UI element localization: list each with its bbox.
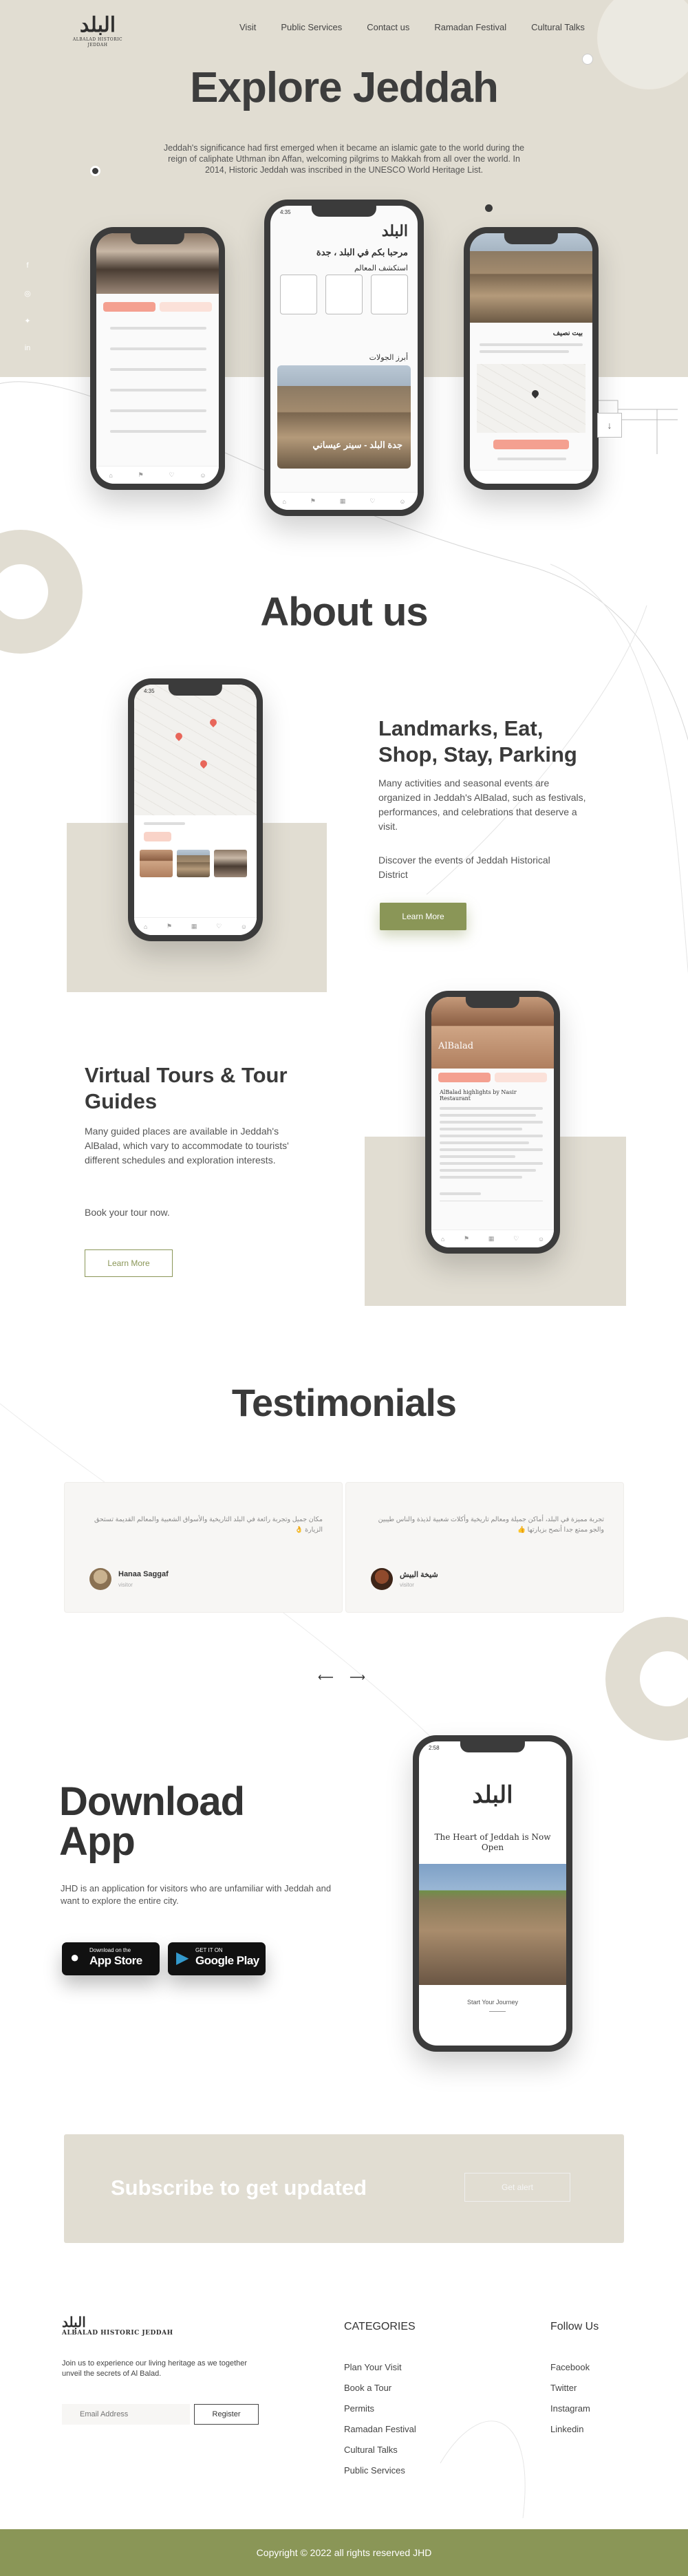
twitter-icon[interactable]: ✦: [23, 316, 32, 325]
status-time: 4:35: [144, 688, 155, 694]
screen-logo: البلد: [381, 222, 408, 240]
screen-place-title: بيت نصيف: [552, 330, 583, 337]
learn-more-outline-button[interactable]: Learn More: [85, 1249, 173, 1277]
instagram-icon[interactable]: ◎: [23, 289, 32, 298]
hero-title: Explore Jeddah: [190, 64, 499, 111]
screen-section-landmarks: استكشف المعالم: [354, 264, 408, 272]
phone-mockup-home: 4:35 البلد مرحبا بكم في البلد ، جدة استك…: [264, 200, 424, 516]
app-store-button[interactable]: ● Download on the App Store: [62, 1942, 160, 1975]
footer-link-book-a-tour[interactable]: Book a Tour: [344, 2378, 416, 2398]
nav-ramadan-festival[interactable]: Ramadan Festival: [434, 22, 506, 32]
app-store-label: App Store: [89, 1954, 142, 1967]
google-play-icon: ▶: [176, 1949, 189, 1967]
feature-tours-title: Virtual Tours & Tour Guides: [85, 1063, 288, 1113]
testimonial-role: visitor: [118, 1582, 133, 1588]
feature-tours-cta-text: Book your tour now.: [85, 1207, 170, 1218]
landmark-sketches: [280, 275, 408, 314]
learn-more-button[interactable]: Learn More: [380, 903, 466, 930]
footer-logo[interactable]: البلد ALBALAD HISTORIC JEDDAH: [62, 2315, 179, 2337]
app-store-small-label: Download on the: [89, 1947, 131, 1953]
footer-link-twitter[interactable]: Twitter: [550, 2378, 590, 2398]
status-time: 4:35: [280, 209, 291, 215]
testimonial-card: تجربة مميزة في البلد، أماكن جميلة ومعالم…: [345, 1482, 624, 1613]
subscribe-button[interactable]: Get alert: [464, 2173, 570, 2202]
nav-public-services[interactable]: Public Services: [281, 22, 342, 32]
hero-description: Jeddah's significance had first emerged …: [163, 143, 525, 175]
avatar: [371, 1568, 393, 1590]
right-decor-circle: [605, 1617, 688, 1741]
google-play-label: Google Play: [195, 1954, 259, 1967]
footer-tagline: Join us to experience our living heritag…: [62, 2359, 248, 2378]
testimonial-name: شيخة البيش: [400, 1571, 438, 1579]
testimonials-title: Testimonials: [231, 1381, 457, 1424]
decor-dot: [582, 54, 593, 65]
phone-mockup-splash: 2:58 البلد The Heart of Jeddah is Now Op…: [413, 1735, 572, 2052]
facebook-icon[interactable]: f: [23, 261, 32, 270]
google-play-small-label: GET IT ON: [195, 1947, 223, 1953]
linkedin-icon[interactable]: in: [23, 344, 32, 352]
subscribe-section: Subscribe to get updated Get alert: [64, 2134, 624, 2243]
footer-link-cultural-talks[interactable]: Cultural Talks: [344, 2440, 416, 2460]
footer-categories-title: CATEGORIES: [344, 2321, 416, 2332]
avatar: [89, 1568, 111, 1590]
phone-mockup-detail: بيت نصيف: [464, 227, 599, 490]
footer-link-facebook[interactable]: Facebook: [550, 2357, 590, 2378]
logo-arabic: البلد: [79, 13, 117, 37]
footer-follow-title: Follow Us: [550, 2321, 599, 2332]
footer-follow-list: Facebook Twitter Instagram Linkedin: [550, 2357, 590, 2440]
testimonial-role: visitor: [400, 1582, 414, 1588]
screen-section-tours: أبرز الجولات: [369, 354, 408, 362]
feature-landmarks-text: Many activities and seasonal events are …: [378, 777, 586, 832]
screen-photo-caption: جدة البلد - سينر عيساني: [312, 440, 402, 450]
testimonial-prev-arrow[interactable]: ⟵: [318, 1671, 334, 1684]
splash-tagline: The Heart of Jeddah is Now Open: [434, 1832, 551, 1852]
footer-logo-arabic: البلد: [62, 2314, 86, 2330]
decor-dot: [90, 166, 100, 176]
email-field[interactable]: [62, 2404, 190, 2425]
testimonial-quote: تجربة مميزة في البلد، أماكن جميلة ومعالم…: [378, 1516, 604, 1534]
brand-logo[interactable]: البلد ALBALAD HISTORIC JEDDAH: [72, 14, 124, 51]
feature-landmarks-cta-text: Discover the events of Jeddah Historical…: [378, 855, 550, 880]
footer-link-permits[interactable]: Permits: [344, 2398, 416, 2419]
about-title: About us: [260, 590, 428, 634]
screen-article-title: AlBalad highlights by Nasir Restaurant: [440, 1089, 517, 1102]
google-play-button[interactable]: ▶ GET IT ON Google Play: [168, 1942, 266, 1975]
splash-logo: البلد: [472, 1781, 513, 1809]
testimonial-next-arrow[interactable]: ⟶: [350, 1671, 365, 1684]
download-text: JHD is an application for visitors who a…: [61, 1883, 332, 1906]
copyright-bar: Copyright © 2022 all rights reserved JHD: [0, 2529, 688, 2576]
footer-link-ramadan-festival[interactable]: Ramadan Festival: [344, 2419, 416, 2440]
testimonial-name: Hanaa Saggaf: [118, 1570, 169, 1578]
download-title: Download App: [59, 1779, 245, 1864]
phone-mockup-map: 4:35 ⌂ ⚑ ▦ ♡ ☺: [128, 678, 263, 941]
testimonial-quote: مكان جميل وتجربة رائعة في البلد التاريخي…: [94, 1516, 323, 1534]
footer-link-instagram[interactable]: Instagram: [550, 2398, 590, 2419]
nav-visit[interactable]: Visit: [239, 22, 256, 32]
nav-cultural-talks[interactable]: Cultural Talks: [531, 22, 585, 32]
screen-greeting: مرحبا بكم في البلد ، جدة: [316, 247, 408, 257]
phone-mockup-article: AlBalad AlBalad highlights by Nasir Rest…: [425, 991, 560, 1254]
phone-mockup-list: ⌂ ⚑ ♡ ☺: [90, 227, 225, 490]
decor-dot: [485, 204, 493, 212]
logo-english: ALBALAD HISTORIC JEDDAH: [72, 37, 123, 47]
scroll-down-button[interactable]: ↓: [597, 413, 622, 438]
subscribe-title: Subscribe to get updated: [111, 2176, 367, 2200]
testimonial-card: مكان جميل وتجربة رائعة في البلد التاريخي…: [64, 1482, 343, 1613]
main-nav: Visit Public Services Contact us Ramadan…: [239, 22, 610, 32]
footer-link-public-services[interactable]: Public Services: [344, 2460, 416, 2481]
splash-start-button[interactable]: Start Your Journey: [419, 1999, 566, 2006]
footer-link-linkedin[interactable]: Linkedin: [550, 2419, 590, 2440]
screen-brand: AlBalad: [438, 1041, 474, 1051]
footer-link-plan-your-visit[interactable]: Plan Your Visit: [344, 2357, 416, 2378]
nav-contact-us[interactable]: Contact us: [367, 22, 409, 32]
footer-logo-english: ALBALAD HISTORIC JEDDAH: [62, 2330, 173, 2337]
status-time: 2:58: [429, 1745, 440, 1751]
register-button[interactable]: Register: [194, 2404, 259, 2425]
feature-landmarks-title: Landmarks, Eat, Shop, Stay, Parking: [378, 716, 577, 766]
feature-tours-text: Many guided places are available in Jedd…: [85, 1126, 289, 1166]
footer-categories-list: Plan Your Visit Book a Tour Permits Rama…: [344, 2357, 416, 2481]
apple-icon: ●: [70, 1949, 80, 1966]
